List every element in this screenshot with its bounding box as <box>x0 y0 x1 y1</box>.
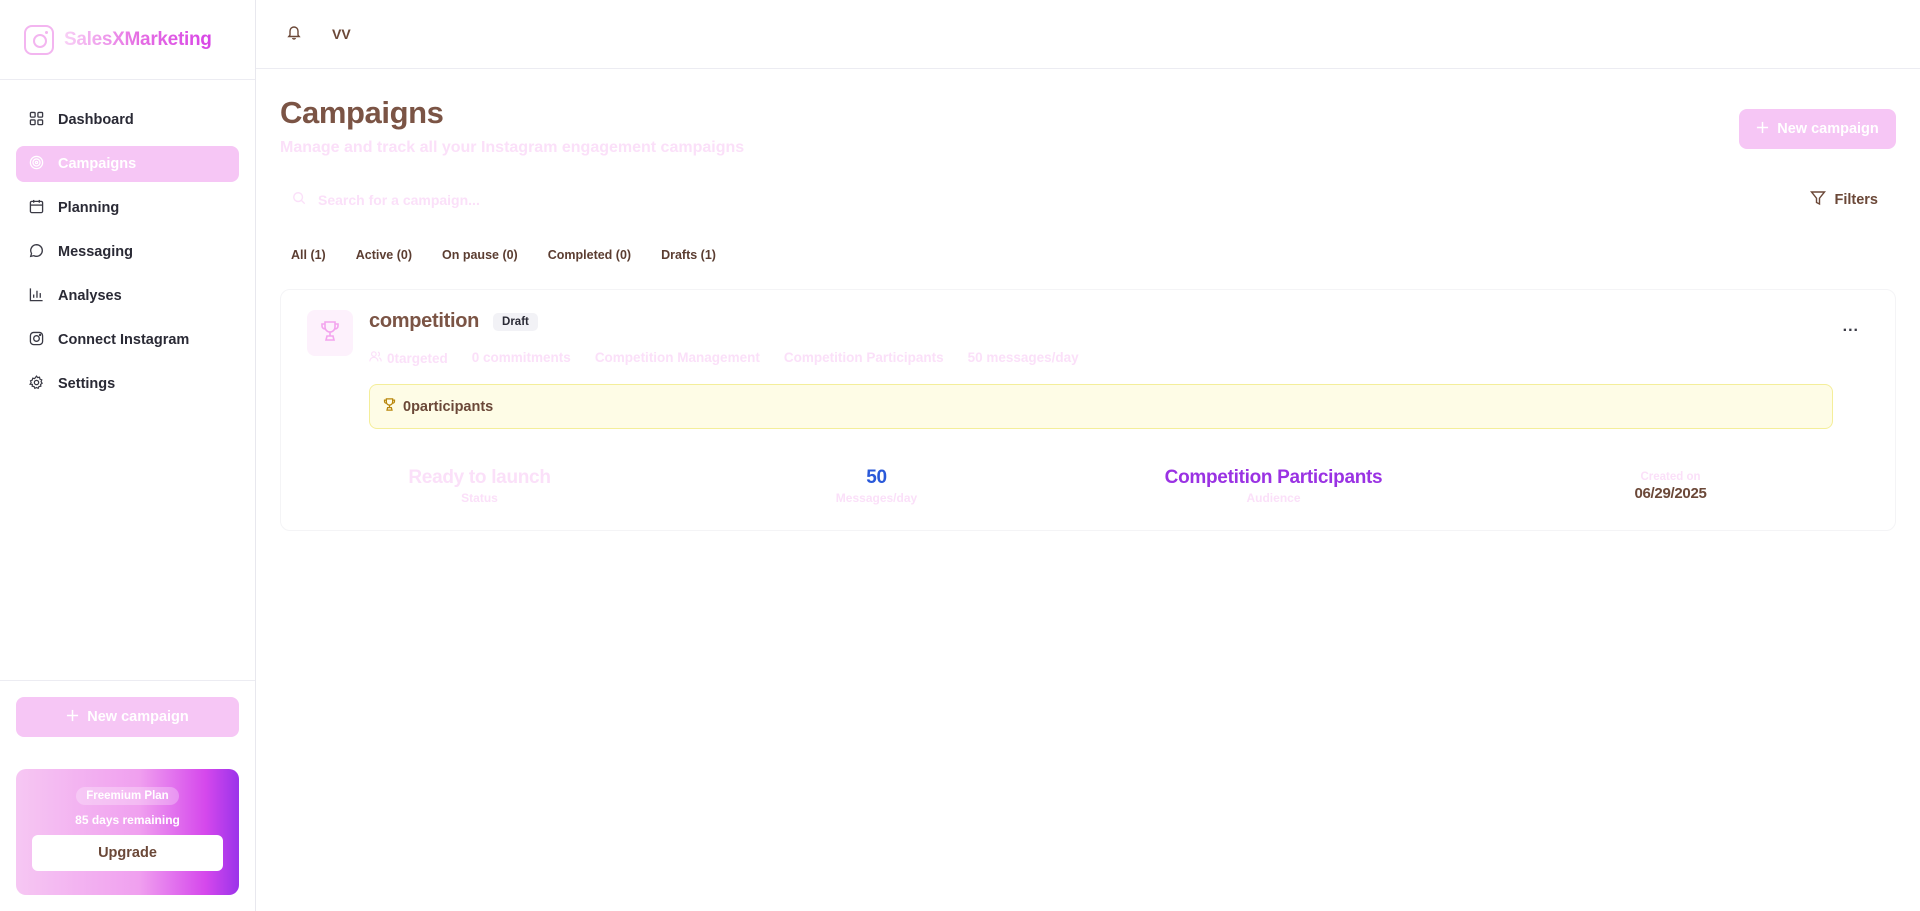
sidebar-item-analyses[interactable]: Analyses <box>16 278 239 314</box>
gear-icon <box>29 374 44 394</box>
stat-created: Created on 06/29/2025 <box>1472 464 1869 508</box>
sidebar-item-label: Planning <box>58 200 120 216</box>
sidebar-new-campaign-label: New campaign <box>87 709 189 725</box>
brand[interactable]: SalesXMarketing <box>0 0 255 80</box>
participants-box: 0participants <box>369 384 1833 429</box>
commitments-count: 0 commitments <box>471 350 571 365</box>
new-campaign-button[interactable]: New campaign <box>1739 109 1896 149</box>
tab-drafts[interactable]: Drafts (1) <box>661 248 716 262</box>
instagram-icon <box>29 331 44 350</box>
plan-days-remaining: 85 days remaining <box>75 813 180 827</box>
campaign-type-icon <box>307 310 353 356</box>
user-menu[interactable]: VV <box>332 26 351 42</box>
bar-chart-icon <box>29 287 44 306</box>
sidebar-item-label: Settings <box>58 376 116 392</box>
campaign-title-row: competition Draft <box>369 310 538 333</box>
page-subtitle: Manage and track all your Instagram enga… <box>280 139 745 156</box>
filters-button[interactable]: Filters <box>1810 190 1896 210</box>
tab-completed[interactable]: Completed (0) <box>548 248 631 262</box>
sidebar-item-label: Campaigns <box>58 156 137 172</box>
filters-label: Filters <box>1834 192 1878 208</box>
brand-name: SalesXMarketing <box>64 28 212 50</box>
stat-messages: 50 Messages/day <box>678 464 1075 508</box>
bell-icon[interactable] <box>286 24 302 45</box>
sidebar-new-campaign-button[interactable]: New campaign <box>16 697 239 737</box>
stat-created-value: 06/29/2025 <box>1634 484 1707 502</box>
stat-messages-label: Messages/day <box>835 491 918 505</box>
main: VV Campaigns Manage and track all your I… <box>256 0 1920 911</box>
search-input[interactable] <box>318 192 918 208</box>
tab-active[interactable]: Active (0) <box>356 248 412 262</box>
tab-on-pause[interactable]: On pause (0) <box>442 248 518 262</box>
upgrade-button[interactable]: Upgrade <box>32 835 223 871</box>
targeted-count: 0targeted <box>369 350 448 366</box>
campaign-title[interactable]: competition <box>369 310 479 333</box>
search-row: Filters <box>280 179 1896 221</box>
campaign-stats: Ready to launch Status 50 Messages/day C… <box>281 464 1895 508</box>
campaign-type: Competition Management <box>594 350 760 365</box>
chat-icon <box>29 243 44 262</box>
campaigns-content: Campaigns Manage and track all your Inst… <box>256 69 1920 531</box>
search-box <box>280 191 918 210</box>
stat-messages-value: 50 <box>866 467 887 488</box>
stat-status: Ready to launch Status <box>281 464 678 508</box>
page-title: Campaigns <box>280 95 444 130</box>
more-options-button[interactable]: ... <box>1843 318 1859 336</box>
sidebar-item-dashboard[interactable]: Dashboard <box>16 102 239 138</box>
plan-badge: Freemium Plan <box>76 787 179 805</box>
new-campaign-label: New campaign <box>1777 121 1879 137</box>
stat-audience-value: Competition Participants <box>1164 467 1383 488</box>
sidebar-item-label: Connect Instagram <box>58 332 190 348</box>
trophy-icon <box>318 319 342 348</box>
sidebar: SalesXMarketing Dashboard Campaigns Plan… <box>0 0 256 911</box>
stat-status-label: Status <box>461 491 498 505</box>
plus-icon <box>1756 121 1769 138</box>
filter-icon <box>1810 190 1827 210</box>
plan-card: Freemium Plan 85 days remaining Upgrade <box>16 769 239 895</box>
participants-count: 0participants <box>403 398 494 415</box>
campaign-audience: Competition Participants <box>783 350 944 365</box>
sidebar-item-planning[interactable]: Planning <box>16 190 239 226</box>
plus-icon <box>66 709 79 726</box>
sidebar-nav: Dashboard Campaigns Planning Messaging A… <box>0 80 255 402</box>
sidebar-item-connect-instagram[interactable]: Connect Instagram <box>16 322 239 358</box>
targeted-label: 0targeted <box>387 350 448 366</box>
search-icon <box>292 191 306 210</box>
grid-icon <box>29 111 44 130</box>
target-icon <box>29 155 44 174</box>
stat-created-label: Created on <box>1640 470 1701 483</box>
campaign-rate: 50 messages/day <box>967 350 1079 365</box>
sidebar-item-messaging[interactable]: Messaging <box>16 234 239 270</box>
sidebar-bottom: New campaign Freemium Plan 85 days remai… <box>0 680 255 911</box>
status-badge: Draft <box>493 312 538 331</box>
calendar-icon <box>29 199 44 218</box>
campaign-card[interactable]: competition Draft ... 0targeted 0 commit… <box>280 289 1896 531</box>
instagram-logo-icon <box>24 24 54 55</box>
topbar: VV <box>256 0 1920 69</box>
stat-audience: Competition Participants Audience <box>1075 464 1472 508</box>
tab-all[interactable]: All (1) <box>291 248 326 262</box>
sidebar-item-label: Analyses <box>58 288 122 304</box>
stat-status-value: Ready to launch <box>408 467 551 488</box>
campaign-meta: 0targeted 0 commitments Competition Mana… <box>369 350 1079 366</box>
stat-audience-label: Audience <box>1246 491 1301 505</box>
users-icon <box>369 350 382 366</box>
trophy-icon <box>382 397 397 416</box>
sidebar-item-label: Messaging <box>58 244 133 260</box>
sidebar-item-campaigns[interactable]: Campaigns <box>16 146 239 182</box>
status-tabs: All (1) Active (0) On pause (0) Complete… <box>280 235 1896 275</box>
sidebar-item-label: Dashboard <box>58 112 134 128</box>
sidebar-item-settings[interactable]: Settings <box>16 366 239 402</box>
